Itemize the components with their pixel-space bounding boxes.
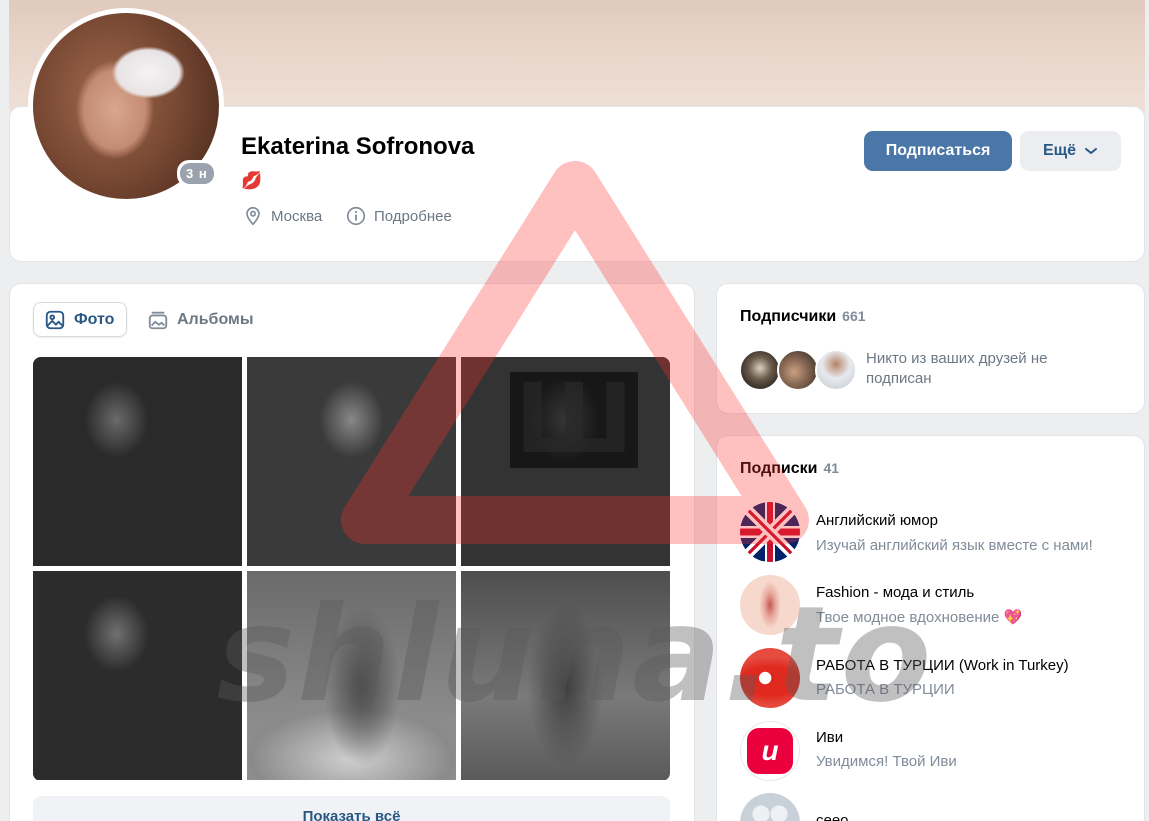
subscriptions-title: Подписки	[740, 460, 818, 477]
group-description: Увидимся! Твой Иви	[816, 753, 957, 770]
avatar[interactable]	[815, 349, 857, 391]
chevron-down-icon	[1085, 148, 1098, 154]
photo-grid	[33, 357, 670, 781]
subscribe-button[interactable]: Подписаться	[864, 131, 1012, 171]
follower-avatars[interactable]	[739, 349, 859, 391]
group-name[interactable]: Английский юмор	[816, 512, 938, 529]
more-button-label: Ещё	[1042, 142, 1077, 159]
albums-icon	[148, 311, 168, 329]
tab-albums-label: Альбомы	[177, 310, 254, 328]
group-description: РАБОТА В ТУРЦИИ	[816, 681, 955, 698]
followers-title: Подписчики	[740, 308, 837, 325]
group-avatar-english-humor[interactable]	[740, 502, 800, 562]
photo-thumbnail[interactable]	[33, 357, 242, 566]
city-info: Москва	[242, 205, 322, 227]
online-status-text: 3 н	[180, 163, 214, 184]
photo-icon	[45, 310, 65, 329]
group-name[interactable]: РАБОТА В ТУРЦИИ (Work in Turkey)	[816, 657, 1069, 674]
subscriptions-header[interactable]: Подписки 41	[740, 460, 839, 478]
friends-note: Никто из ваших друзей не подписан	[866, 350, 1048, 387]
ivi-logo-icon: и	[747, 728, 793, 774]
tab-photos-label: Фото	[74, 310, 115, 328]
photo-thumbnail[interactable]	[247, 357, 456, 566]
group-description: Твое модное вдохновение 💖	[816, 609, 1023, 626]
subscriptions-count: 41	[823, 460, 840, 476]
more-button[interactable]: Ещё	[1020, 131, 1121, 171]
photo-thumbnail[interactable]	[461, 571, 670, 780]
location-pin-icon	[246, 206, 260, 226]
group-avatar-fashion[interactable]	[740, 575, 800, 635]
avatar[interactable]	[739, 349, 781, 391]
group-name[interactable]: Иви	[816, 729, 843, 746]
tab-photos[interactable]: Фото	[33, 302, 127, 337]
group-name[interactable]: Fashion - мода и стиль	[816, 584, 974, 601]
followers-header[interactable]: Подписчики 661	[740, 308, 866, 326]
group-description: Изучай английский язык вместе с нами!	[816, 537, 1093, 554]
info-icon	[346, 206, 366, 226]
details-label: Подробнее	[374, 207, 452, 225]
tab-albums[interactable]: Альбомы	[137, 302, 264, 337]
status-emoji: 💋	[241, 171, 263, 190]
photo-thumbnail[interactable]	[461, 357, 670, 566]
followers-count: 661	[842, 308, 866, 324]
group-avatar-ivi[interactable]: и	[740, 721, 800, 781]
city-label: Москва	[271, 207, 323, 225]
group-name[interactable]: сеео	[816, 812, 849, 821]
group-avatar-work-in-turkey[interactable]	[740, 648, 800, 708]
show-all-photos-button[interactable]: Показать всё	[33, 796, 670, 821]
online-status-badge: 3 н	[177, 160, 217, 187]
details-link[interactable]: Подробнее	[345, 205, 452, 227]
avatar[interactable]	[777, 349, 819, 391]
photo-thumbnail[interactable]	[33, 571, 242, 780]
profile-name: Ekaterina Sofronova	[241, 133, 475, 160]
photo-thumbnail[interactable]	[247, 571, 456, 780]
